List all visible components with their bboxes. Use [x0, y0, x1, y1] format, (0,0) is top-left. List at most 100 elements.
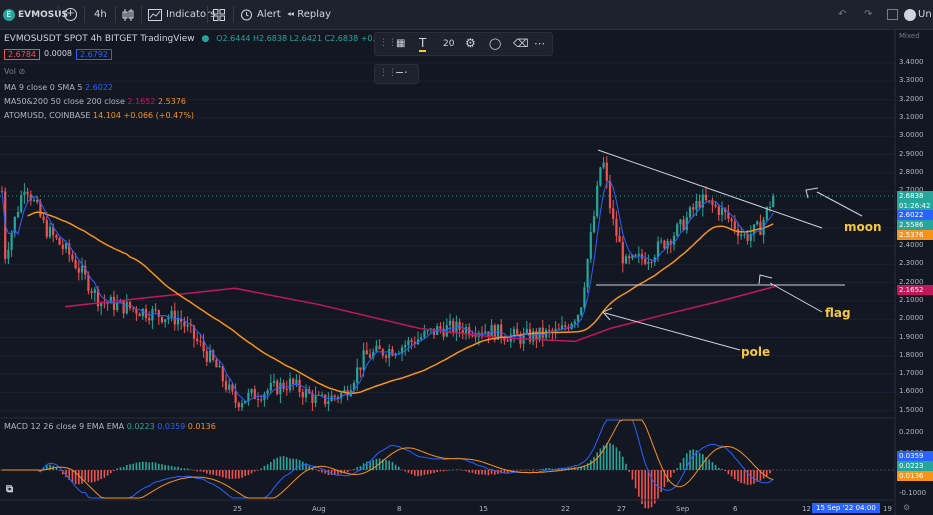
- compare-add-button[interactable]: +: [64, 0, 77, 29]
- price-tick-label: 2.4000: [899, 241, 924, 249]
- candle-body: [576, 315, 580, 322]
- candle-body: [500, 324, 503, 338]
- candle-body: [125, 301, 128, 314]
- macd-bar: [465, 470, 467, 472]
- more-icon[interactable]: ⋯: [534, 37, 545, 50]
- lock-icon[interactable]: ◯: [489, 37, 501, 50]
- compare-change: +0.066 (+0.47%): [123, 111, 195, 120]
- time-tick-label: 6: [733, 505, 738, 513]
- vol-label: Vol: [4, 67, 16, 76]
- candle-body: [138, 313, 141, 317]
- candle-body: [228, 384, 231, 390]
- candle-body: [154, 309, 157, 311]
- fullscreen-button[interactable]: [887, 0, 898, 29]
- macd-bar: [138, 462, 141, 470]
- replay-button[interactable]: ⏪︎ Replay: [287, 0, 331, 29]
- sell-price-button[interactable]: 2.6784: [4, 49, 40, 60]
- font-size-button[interactable]: 20: [443, 39, 454, 49]
- macd-bar: [388, 460, 390, 470]
- candles-type-button[interactable]: [122, 0, 134, 29]
- price-tick-label: 1.7000: [899, 369, 924, 378]
- candle-body: [237, 402, 240, 408]
- candle-body: [448, 320, 452, 326]
- macd-legend[interactable]: MACD 12 26 close 9 EMA EMA 0.0223 0.0359…: [4, 422, 216, 431]
- alert-label: Alert: [257, 9, 281, 20]
- macd-bar: [446, 470, 448, 471]
- user-label: Un: [918, 9, 932, 20]
- price-tick-label: 1.5000: [899, 405, 924, 414]
- user-menu-button[interactable]: Un: [904, 0, 932, 29]
- macd-bar: [122, 466, 125, 470]
- time-cursor-label: 15 Sep '22 04:00: [812, 503, 880, 513]
- settings-icon[interactable]: ⚙: [903, 503, 910, 512]
- indicators-button[interactable]: Indicators: [148, 0, 215, 29]
- candle-body: [205, 351, 208, 362]
- undo-button[interactable]: ↶: [838, 0, 846, 29]
- macd-bar: [94, 470, 96, 482]
- macd-bar: [654, 470, 656, 504]
- macd-bar: [478, 470, 480, 475]
- candle-body: [359, 367, 362, 370]
- macd-bar: [772, 469, 774, 470]
- macd-bar: [724, 470, 726, 472]
- price-tick-label: 3.2000: [899, 94, 924, 103]
- line-style-icon[interactable]: −⋅: [395, 66, 408, 79]
- candle-body: [256, 399, 260, 401]
- redo-button[interactable]: ↷: [864, 0, 872, 29]
- candle-body: [173, 310, 176, 325]
- candle-body: [87, 274, 90, 292]
- macd-bar: [266, 464, 269, 470]
- macd-bar: [90, 470, 93, 483]
- interval-button[interactable]: 4h: [94, 0, 107, 29]
- ma-legend[interactable]: MA 9 close 0 SMA 5 2.6022: [4, 83, 113, 92]
- pole-annotation[interactable]: pole: [741, 345, 770, 359]
- macd-bar: [244, 470, 246, 477]
- flag-annotation[interactable]: flag: [825, 306, 851, 320]
- pattern-drawings: [596, 149, 863, 351]
- macd-bar: [718, 467, 720, 470]
- drag-handle-icon[interactable]: ⋮⋮: [379, 38, 397, 48]
- candle-body: [624, 256, 628, 264]
- macd-bar: [260, 468, 262, 470]
- candle-body: [269, 382, 272, 391]
- candle-body: [362, 350, 365, 370]
- time-tick-label: 22: [561, 505, 570, 513]
- template-icon[interactable]: ▦: [396, 38, 405, 49]
- macd-bar: [282, 456, 285, 470]
- macd-bar: [487, 470, 490, 476]
- text-color-icon[interactable]: T: [419, 36, 427, 52]
- candle-body: [736, 229, 740, 236]
- ma50-200-legend[interactable]: MA50&200 50 close 200 close 2.1652 2.537…: [4, 97, 186, 106]
- candle-body: [250, 389, 253, 393]
- candle-body: [234, 391, 237, 403]
- candle-body: [688, 207, 692, 218]
- scale-mode-label[interactable]: Mixed: [899, 32, 920, 40]
- settings-gear-icon[interactable]: ⚙: [465, 36, 476, 50]
- macd-bar: [452, 469, 454, 471]
- symbol-legend[interactable]: EVMOSUSDT SPOT 4h BITGET TradingView ● O…: [4, 34, 385, 44]
- layout-button[interactable]: [213, 0, 225, 29]
- macd-bar: [484, 470, 486, 475]
- candle-body: [682, 219, 685, 231]
- macd-bar: [590, 460, 592, 470]
- macd-bar: [516, 470, 518, 471]
- candle-body: [196, 338, 199, 341]
- compare-legend[interactable]: ATOMUSD, COINBASE 14.104 +0.066 (+0.47%): [4, 111, 194, 120]
- candle-body: [404, 345, 407, 348]
- volume-legend[interactable]: Vol ⊘: [4, 67, 25, 76]
- candle-body: [285, 389, 288, 391]
- candle-body: [16, 212, 20, 217]
- macd-bar: [682, 457, 685, 470]
- macd-bar: [673, 470, 675, 473]
- moon-annotation[interactable]: moon: [844, 220, 882, 234]
- macd-bar: [231, 470, 234, 479]
- macd-bar: [263, 465, 266, 470]
- buy-price-button[interactable]: 2.6792: [76, 49, 112, 60]
- market-open-dot-icon: ●: [201, 34, 210, 44]
- alert-button[interactable]: Alert: [240, 0, 281, 29]
- ma9-line: [1, 180, 774, 402]
- trash-icon[interactable]: ⌫: [513, 37, 529, 50]
- candle-body: [260, 399, 263, 401]
- macd-bar: [106, 470, 109, 476]
- candle-body: [714, 204, 717, 207]
